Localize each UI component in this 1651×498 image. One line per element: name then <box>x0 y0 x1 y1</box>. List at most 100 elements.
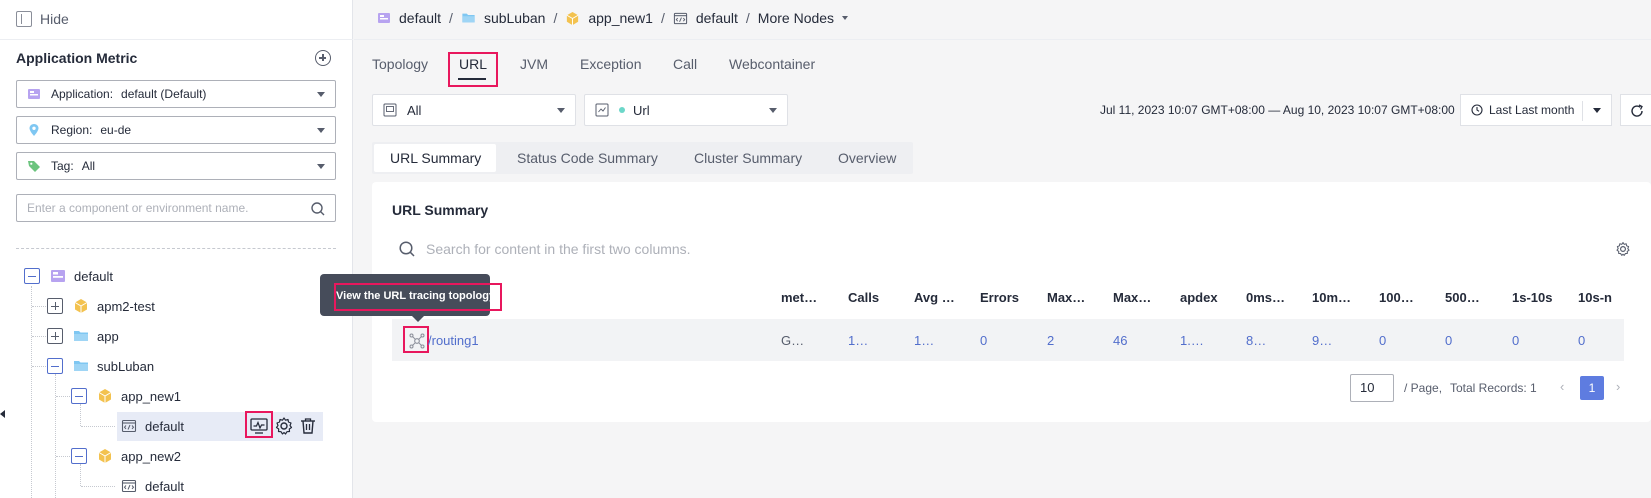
tab-call[interactable]: Call <box>673 56 697 72</box>
tree-node-root[interactable]: default <box>24 264 113 288</box>
more-nodes-dropdown[interactable]: More Nodes <box>758 10 849 26</box>
total-records-label: Total Records: 1 <box>1450 381 1537 395</box>
application-select[interactable]: Application: default (Default) <box>16 80 336 108</box>
breadcrumb-item-environment[interactable]: default <box>673 10 738 26</box>
subtab-url-summary[interactable]: URL Summary <box>390 150 481 166</box>
breadcrumb-label: app_new1 <box>588 10 653 26</box>
status-dot-icon <box>619 107 625 113</box>
cell-100ms[interactable]: 0 <box>1379 333 1386 348</box>
breadcrumb-separator: / <box>660 10 665 26</box>
column-header-10ms[interactable]: 10m… <box>1312 290 1351 305</box>
trash-icon[interactable] <box>298 416 318 436</box>
refresh-button[interactable] <box>1620 94 1651 126</box>
breadcrumb-item-folder[interactable]: subLuban <box>461 10 545 26</box>
cell-max-1[interactable]: 2 <box>1047 333 1054 348</box>
collapse-icon[interactable] <box>24 268 40 284</box>
time-preset-select[interactable]: Last Last month <box>1460 94 1612 126</box>
tree-node-default-env[interactable]: default <box>121 414 184 438</box>
collapse-icon[interactable] <box>71 388 87 404</box>
page-size-select[interactable]: 10 <box>1350 374 1394 402</box>
url-monitor-icon <box>595 103 609 117</box>
cell-10s-n[interactable]: 0 <box>1578 333 1585 348</box>
cell-1s-10s[interactable]: 0 <box>1512 333 1519 348</box>
table-search-placeholder: Search for content in the first two colu… <box>426 241 691 257</box>
subtab-cluster-summary[interactable]: Cluster Summary <box>694 150 802 166</box>
chevron-down-icon <box>769 108 777 113</box>
column-header-max-2[interactable]: Max… <box>1113 290 1151 305</box>
expand-icon[interactable] <box>47 328 63 344</box>
chevron-down-icon <box>317 164 325 169</box>
environment-code-icon <box>121 419 137 433</box>
breadcrumb-label: default <box>695 10 738 26</box>
column-header-calls[interactable]: Calls <box>848 290 879 305</box>
page-number-button[interactable]: 1 <box>1580 376 1604 400</box>
tree-node-subluban[interactable]: subLuban <box>47 354 154 378</box>
column-header-apdex[interactable]: apdex <box>1180 290 1218 305</box>
prev-page-button[interactable]: ‹ <box>1560 379 1564 394</box>
filter-select-all[interactable]: All <box>372 94 576 126</box>
cell-max-2[interactable]: 46 <box>1113 333 1127 348</box>
column-header-100ms[interactable]: 100… <box>1379 290 1414 305</box>
column-header-0ms[interactable]: 0ms… <box>1246 290 1285 305</box>
subtab-status-code-summary[interactable]: Status Code Summary <box>517 150 658 166</box>
tree-node-app[interactable]: app <box>47 324 119 348</box>
expand-left-arrow-icon[interactable] <box>0 410 5 418</box>
search-icon[interactable] <box>310 201 326 217</box>
expand-icon[interactable] <box>47 298 63 314</box>
chevron-down-icon <box>557 108 565 113</box>
cell-0ms[interactable]: 8… <box>1246 333 1266 348</box>
table-search[interactable]: Search for content in the first two colu… <box>398 240 691 258</box>
gear-icon[interactable] <box>274 416 294 436</box>
column-header-max-1[interactable]: Max… <box>1047 290 1085 305</box>
tab-jvm[interactable]: JVM <box>520 56 548 72</box>
breadcrumb-item-application[interactable]: default <box>377 10 441 26</box>
table-row <box>392 319 1624 361</box>
cell-500ms[interactable]: 0 <box>1445 333 1452 348</box>
breadcrumb-item-component[interactable]: app_new1 <box>565 10 653 26</box>
tree-node-app-new1[interactable]: app_new1 <box>71 384 181 408</box>
tab-webcontainer[interactable]: Webcontainer <box>729 56 815 72</box>
hide-sidebar-button[interactable]: Hide <box>16 11 69 27</box>
tree-node-default-env-2[interactable]: default <box>121 474 184 498</box>
collapse-icon[interactable] <box>71 448 87 464</box>
tag-value: All <box>81 159 96 173</box>
tree-node-app-new2[interactable]: app_new2 <box>71 444 181 468</box>
filter-select-url[interactable]: Url <box>584 94 788 126</box>
cell-calls[interactable]: 1… <box>848 333 868 348</box>
component-cube-icon <box>98 389 112 403</box>
tag-select[interactable]: Tag: All <box>16 152 336 180</box>
collapse-icon[interactable] <box>47 358 63 374</box>
cell-errors[interactable]: 0 <box>980 333 987 348</box>
time-preset-value: Last Last month <box>1489 103 1575 117</box>
region-select[interactable]: Region: eu-de <box>16 116 336 144</box>
tab-exception[interactable]: Exception <box>580 56 641 72</box>
column-header-500ms[interactable]: 500… <box>1445 290 1480 305</box>
column-header-10s-n[interactable]: 10s-n <box>1578 290 1612 305</box>
chevron-down-icon <box>1593 108 1601 113</box>
subtab-overview[interactable]: Overview <box>838 150 896 166</box>
tree-line <box>32 306 46 307</box>
column-header-1s-10s[interactable]: 1s-10s <box>1512 290 1552 305</box>
url-link[interactable]: /routing1 <box>428 333 479 348</box>
tab-topology[interactable]: Topology <box>372 56 428 72</box>
header-divider <box>354 39 1651 40</box>
search-icon <box>399 241 415 257</box>
tree-line <box>81 426 115 427</box>
sidebar-dashed-divider <box>16 248 336 249</box>
application-label: Application: <box>51 87 114 101</box>
application-icon <box>51 270 65 282</box>
component-search-input[interactable] <box>17 195 297 221</box>
next-page-button[interactable]: › <box>1616 379 1620 394</box>
column-header-errors[interactable]: Errors <box>980 290 1019 305</box>
add-circle-icon[interactable] <box>315 50 331 66</box>
cell-avg[interactable]: 1… <box>914 333 934 348</box>
cell-10ms[interactable]: 9… <box>1312 333 1332 348</box>
tree-line <box>56 456 70 457</box>
column-settings-gear-icon[interactable] <box>1615 241 1631 257</box>
column-header-method[interactable]: met… <box>781 290 817 305</box>
column-header-avg[interactable]: Avg … <box>914 290 955 305</box>
tree-node-label: app_new1 <box>121 388 181 404</box>
tree-node-apm2-test[interactable]: apm2-test <box>47 294 155 318</box>
component-search-box <box>16 194 336 222</box>
cell-apdex[interactable]: 1.… <box>1180 333 1204 348</box>
